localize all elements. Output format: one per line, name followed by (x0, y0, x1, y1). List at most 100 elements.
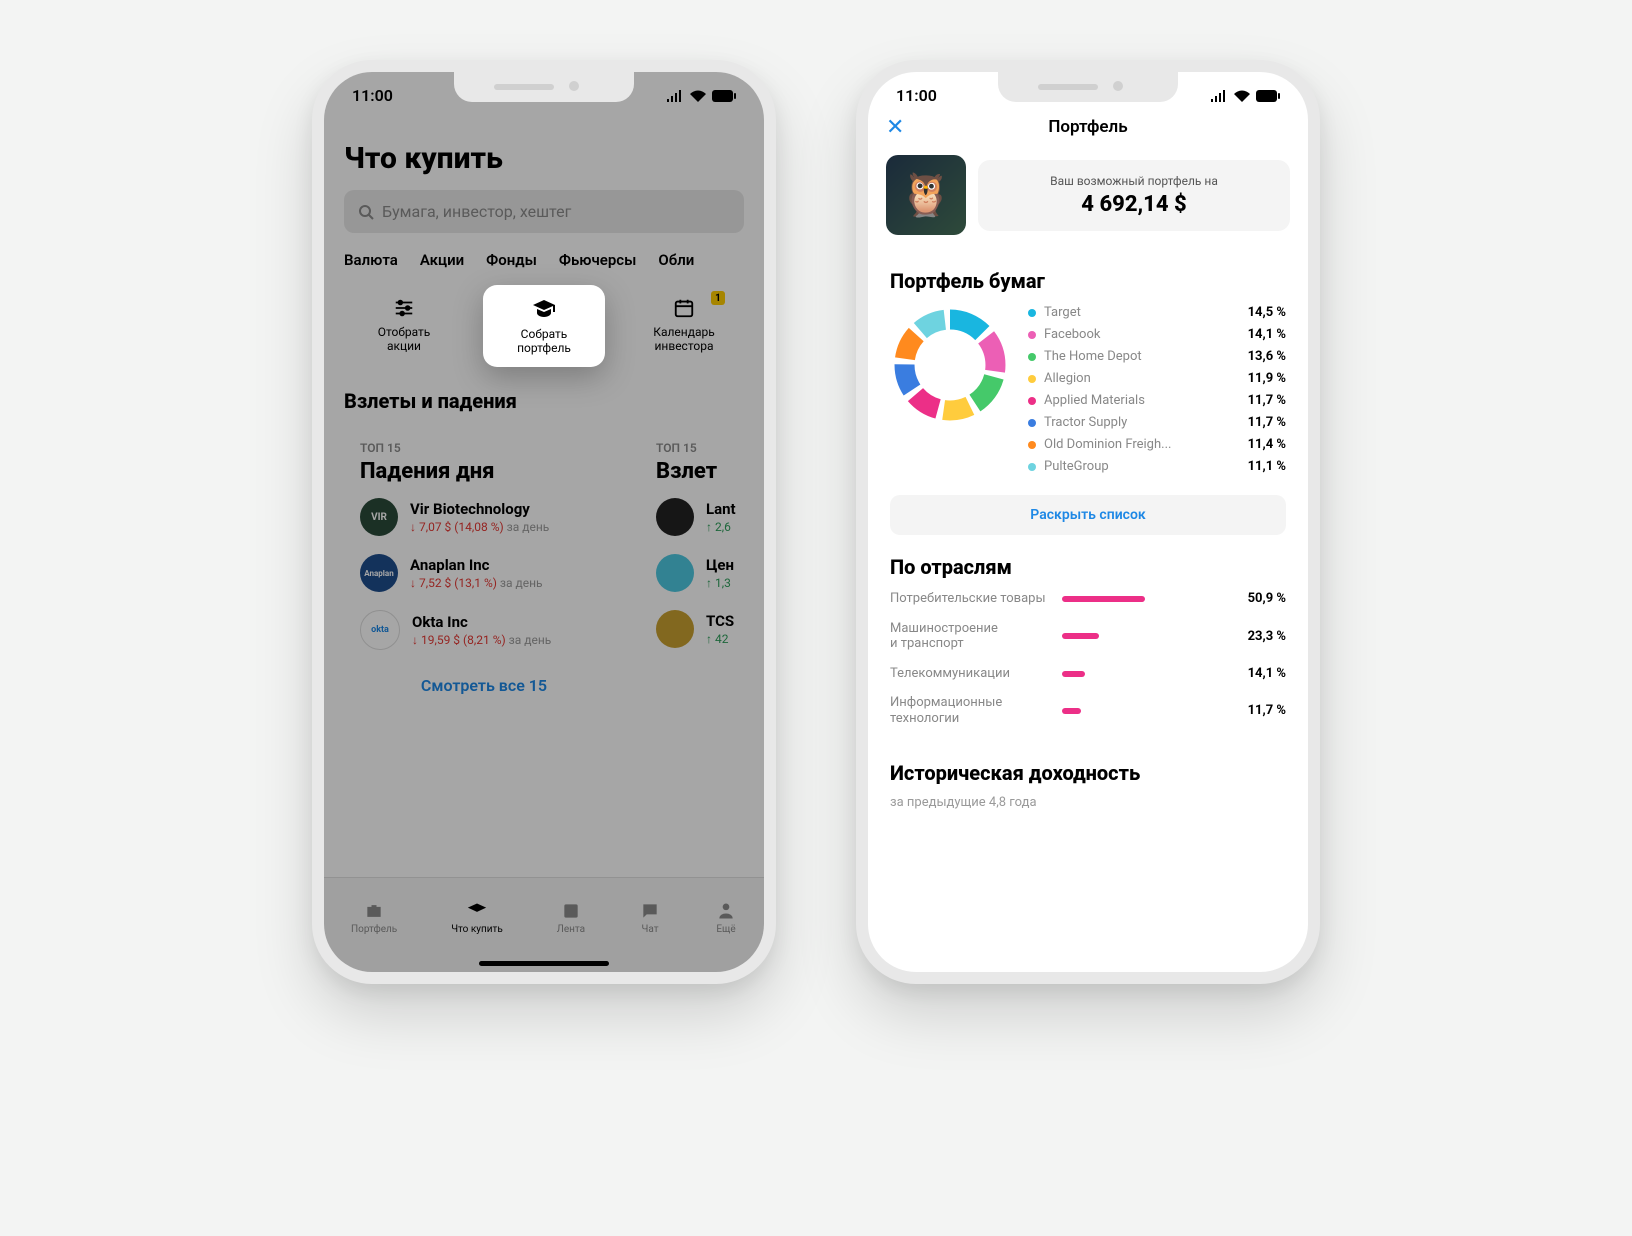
chip[interactable]: Валюта (344, 251, 398, 269)
view-all-link[interactable]: Смотреть все 15 (360, 668, 608, 703)
section-portfolio: Портфель бумаг (890, 269, 1286, 293)
stock-name: Okta Inc (412, 613, 608, 631)
chip[interactable]: Акции (420, 251, 464, 269)
stock-row[interactable]: TCS ↑ 42 (656, 610, 764, 648)
feed-icon (560, 901, 582, 921)
section-industries: По отраслям (890, 555, 1286, 579)
status-time: 11:00 (352, 86, 393, 105)
stock-avatar (656, 610, 694, 648)
stock-row[interactable]: Lant ↑ 2,6 (656, 498, 764, 536)
grad-cap-icon (532, 297, 556, 321)
stock-name: Lant (706, 500, 764, 518)
chip[interactable]: Фьючерсы (559, 251, 636, 269)
quick-calendar[interactable]: 1 Календарь инвестора (623, 285, 745, 367)
tabbar: Портфель Что купить Лента Чат Ещё (324, 877, 764, 972)
industry-name: Телекоммуникации (890, 666, 1050, 682)
calendar-badge: 1 (711, 291, 725, 305)
legend-row[interactable]: Allegion11,9 % (1028, 371, 1286, 386)
wifi-icon (690, 90, 706, 102)
notch (454, 72, 634, 102)
legend-dot (1028, 331, 1036, 339)
card-top-label: ТОП 15 (360, 441, 608, 455)
industry-name: Информационные технологии (890, 695, 1050, 726)
category-chips: Валюта Акции Фонды Фьючерсы Обли (344, 251, 744, 269)
legend-dot (1028, 375, 1036, 383)
industry-value: 11,7 % (1236, 703, 1286, 718)
quick-label: Календарь инвестора (653, 325, 714, 353)
chip[interactable]: Фонды (486, 251, 537, 269)
expand-list-button[interactable]: Раскрыть список (890, 495, 1286, 535)
legend-value: 11,7 % (1248, 393, 1286, 408)
legend-row[interactable]: Facebook14,1 % (1028, 327, 1286, 342)
industry-name: Машиностроение и транспорт (890, 621, 1050, 652)
close-button[interactable]: ✕ (886, 115, 904, 140)
industry-row: Информационные технологии 11,7 % (890, 695, 1286, 726)
sliders-icon (393, 297, 415, 319)
industry-bar (1062, 708, 1224, 714)
chip[interactable]: Обли (658, 251, 694, 269)
industry-row: Машиностроение и транспорт 23,3 % (890, 621, 1286, 652)
legend-name: PulteGroup (1044, 459, 1240, 474)
legend-name: Allegion (1044, 371, 1240, 386)
legend-value: 11,1 % (1248, 459, 1286, 474)
legend-name: Old Dominion Freigh... (1044, 437, 1240, 452)
stock-name: Anaplan Inc (410, 556, 608, 574)
search-input[interactable]: Бумага, инвестор, хештег (344, 190, 744, 233)
stock-change: ↓ 7,07 $ (14,08 %) (410, 520, 504, 534)
card-title: Взлет (656, 459, 764, 484)
legend-name: The Home Depot (1044, 349, 1240, 364)
legend-value: 11,4 % (1248, 437, 1286, 452)
quick-filter-stocks[interactable]: Отобрать акции (343, 285, 465, 367)
industry-bar (1062, 633, 1224, 639)
legend-row[interactable]: Target14,5 % (1028, 305, 1286, 320)
legend-row[interactable]: The Home Depot13,6 % (1028, 349, 1286, 364)
stock-row[interactable]: Anaplan Anaplan Inc ↓ 7,52 $ (13,1 %) за… (360, 554, 608, 592)
stock-row[interactable]: okta Okta Inc ↓ 19,59 $ (8,21 %) за день (360, 610, 608, 650)
legend-dot (1028, 397, 1036, 405)
stock-avatar: VIR (360, 498, 398, 536)
modal-title: Портфель (1048, 117, 1127, 137)
tab-buy[interactable]: Что купить (451, 901, 503, 935)
stock-name: TCS (706, 612, 764, 630)
legend-value: 14,5 % (1248, 305, 1286, 320)
tab-feed[interactable]: Лента (557, 901, 585, 935)
legend-dot (1028, 463, 1036, 471)
legend-row[interactable]: PulteGroup 11,1 % (1028, 459, 1286, 474)
quick-label: Собрать портфель (517, 327, 571, 355)
tab-more[interactable]: Ещё (715, 901, 737, 935)
page-title: Что купить (344, 141, 744, 176)
stock-name: Vir Biotechnology (410, 500, 608, 518)
stock-change: ↓ 19,59 $ (8,21 %) (412, 633, 506, 647)
industry-row: Телекоммуникации14,1 % (890, 666, 1286, 682)
legend-dot (1028, 441, 1036, 449)
legend-row[interactable]: Old Dominion Freigh... 11,4 % (1028, 437, 1286, 452)
industry-value: 23,3 % (1236, 629, 1286, 644)
tab-chat[interactable]: Чат (639, 901, 661, 935)
stock-row[interactable]: VIR Vir Biotechnology ↓ 7,07 $ (14,08 %)… (360, 498, 608, 536)
stock-change: ↑ 1,3 (706, 576, 764, 590)
owl-illustration (886, 155, 966, 235)
battery-icon (712, 90, 736, 102)
chart-legend: Target14,5 % Facebook14,1 % The Home Depot… (1028, 305, 1286, 481)
card-title: Падения дня (360, 459, 608, 484)
legend-row[interactable]: Applied Materials 11,7 % (1028, 393, 1286, 408)
quick-label: Отобрать акции (378, 325, 431, 353)
legend-name: Applied Materials (1044, 393, 1240, 408)
phone-right: 11:00 ✕ Портфель Ваш возможный портфель … (856, 60, 1320, 984)
history-subtitle: за предыдущие 4,8 года (890, 795, 1286, 810)
industry-row: Потребительские товары50,9 % (890, 591, 1286, 607)
stock-row[interactable]: Цен ↑ 1,3 (656, 554, 764, 592)
card-falls[interactable]: ТОП 15 Падения дня VIR Vir Biotechnology… (344, 425, 624, 719)
industry-bar (1062, 596, 1224, 602)
stock-avatar (656, 498, 694, 536)
industry-name: Потребительские товары (890, 591, 1050, 607)
card-top-label: ТОП 15 (656, 441, 764, 455)
wifi-icon (1234, 90, 1250, 102)
legend-row[interactable]: Tractor Supply11,7 % (1028, 415, 1286, 430)
card-rises[interactable]: ТОП 15 Взлет Lant ↑ 2,6 Цен ↑ 1,3 (640, 425, 764, 719)
tab-portfolio[interactable]: Портфель (351, 901, 397, 935)
quick-build-portfolio[interactable]: Собрать портфель (483, 285, 605, 367)
stock-avatar: okta (360, 610, 400, 650)
section-history: Историческая доходность (890, 761, 1286, 785)
battery-icon (1256, 90, 1280, 102)
